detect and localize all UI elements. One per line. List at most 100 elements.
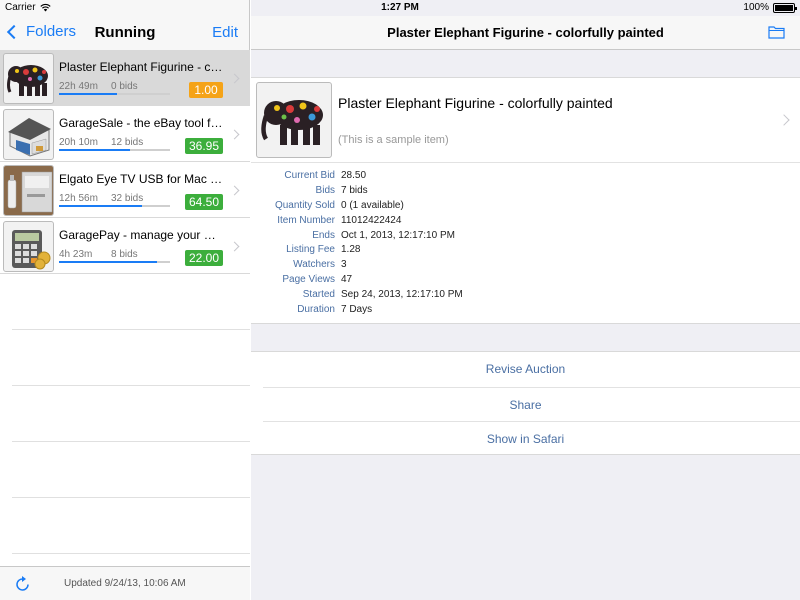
progress-fill <box>59 205 143 207</box>
field-row: Duration 7 Days <box>251 304 800 319</box>
chevron-right-icon <box>229 129 240 140</box>
battery-percent: 100% <box>743 2 769 13</box>
field-value: Oct 1, 2013, 12:17:10 PM <box>341 229 455 241</box>
edit-button[interactable]: Edit <box>212 24 238 41</box>
price-badge: 64.50 <box>184 194 223 210</box>
revise-auction-label: Revise Auction <box>485 362 566 376</box>
item-title-heading: Plaster Elephant Figurine - colorfully p… <box>338 95 613 111</box>
left-toolbar: Updated 9/24/13, 10:06 AM <box>0 566 250 600</box>
item-bid-count: 8 bids <box>111 249 138 260</box>
master-pane: Folders Running Edit Plaster Elephant Fi… <box>0 0 250 600</box>
list-item[interactable]: Elgato Eye TV USB for Mac OS X... 12h 56… <box>0 162 250 218</box>
field-label: Started <box>302 289 335 301</box>
list-item[interactable]: Plaster Elephant Figurine - co... 22h 49… <box>0 50 250 106</box>
list-item[interactable]: GaragePay - manage your PayPal... 4h 23m… <box>0 218 250 274</box>
field-value: 28.50 <box>341 170 367 181</box>
field-row: Current Bid 28.50 <box>251 170 800 185</box>
field-label: Current Bid <box>284 170 335 181</box>
item-title: Elgato Eye TV USB for Mac OS X... <box>59 172 223 186</box>
item-time-left: 4h 23m <box>59 249 93 260</box>
chevron-right-icon <box>229 73 240 84</box>
field-value: 47 <box>341 274 353 286</box>
time-progress-bar <box>59 149 170 151</box>
empty-row <box>12 330 250 386</box>
item-title: GarageSale - the eBay tool for Mac... <box>59 116 223 130</box>
field-value: 3 <box>341 259 347 271</box>
empty-row <box>12 274 250 330</box>
left-navigation-bar: Folders Running Edit <box>0 16 250 50</box>
field-value: 1.28 <box>341 244 361 256</box>
field-label: Page Views <box>282 274 335 286</box>
revise-auction-button[interactable]: Revise Auction <box>251 352 800 387</box>
item-detail-card: Plaster Elephant Figurine - colorfully p… <box>251 77 800 324</box>
price-badge: 22.00 <box>184 250 223 266</box>
detail-nav-title: Plaster Elephant Figurine - colorfully p… <box>387 25 664 40</box>
empty-row <box>12 386 250 442</box>
field-row: Quantity Sold 0 (1 available) <box>251 200 800 215</box>
progress-fill <box>59 93 117 95</box>
field-value: 11012422424 <box>341 214 402 226</box>
field-label: Ends <box>312 229 335 241</box>
item-bid-count: 32 bids <box>111 193 144 204</box>
detail-pane: Plaster Elephant Figurine - colorfully p… <box>251 0 800 600</box>
field-value: 0 (1 available) <box>341 199 404 211</box>
detail-navigation-bar: Plaster Elephant Figurine - colorfully p… <box>251 16 800 50</box>
time-progress-bar <box>59 93 170 95</box>
item-fields: Current Bid 28.50 Bids 7 bids Quantity Sol… <box>251 170 800 319</box>
field-row: Bids 7 bids <box>251 185 800 200</box>
time-progress-bar <box>59 205 170 207</box>
item-subtitle: (This is a sample item) <box>338 134 449 146</box>
status-right: 100% <box>743 2 797 13</box>
status-bar: Carrier 1:27 PM 100% <box>0 0 800 16</box>
item-title: GaragePay - manage your PayPal... <box>59 228 223 242</box>
chevron-right-icon <box>778 114 790 126</box>
progress-fill <box>59 149 131 151</box>
battery-icon <box>773 2 797 13</box>
action-group: Revise Auction Share Show in Safari <box>251 351 800 455</box>
field-value: 7 bids <box>341 184 368 196</box>
field-label: Bids <box>315 184 335 196</box>
field-row: Item Number 11012422424 <box>251 215 800 230</box>
field-value: Sep 24, 2013, 12:17:10 PM <box>341 289 463 301</box>
item-title: Plaster Elephant Figurine - co... <box>59 60 223 74</box>
show-in-safari-label: Show in Safari <box>486 432 565 446</box>
share-button[interactable]: Share <box>263 386 800 422</box>
progress-fill <box>59 261 157 263</box>
time-progress-bar <box>59 261 170 263</box>
empty-row <box>12 498 250 554</box>
price-badge: 1.00 <box>189 82 223 98</box>
field-label: Listing Fee <box>286 244 335 256</box>
auction-list: Plaster Elephant Figurine - co... 22h 49… <box>0 50 250 566</box>
elephant-image <box>256 82 332 158</box>
status-time: 1:27 PM <box>381 2 419 13</box>
garagepay-app-thumbnail <box>3 221 54 272</box>
list-item[interactable]: GarageSale - the eBay tool for Mac... 20… <box>0 106 250 162</box>
item-time-left: 22h 49m <box>59 81 98 92</box>
field-label: Quantity Sold <box>274 199 335 211</box>
field-value: 7 Days <box>341 304 373 316</box>
chevron-right-icon <box>229 241 240 252</box>
item-time-left: 12h 56m <box>59 193 98 204</box>
eyetv-product-thumbnail <box>3 165 54 216</box>
last-updated-text: Updated 9/24/13, 10:06 AM <box>64 578 186 589</box>
field-row: Listing Fee 1.28 <box>251 244 800 259</box>
field-label: Duration <box>297 304 335 316</box>
chevron-right-icon <box>229 185 240 196</box>
price-badge: 36.95 <box>184 138 223 154</box>
item-time-left: 20h 10m <box>59 137 98 148</box>
item-header-row[interactable]: Plaster Elephant Figurine - colorfully p… <box>251 78 800 163</box>
folder-icon[interactable] <box>768 25 785 39</box>
field-row: Ends Oct 1, 2013, 12:17:10 PM <box>251 230 800 245</box>
field-row: Page Views 47 <box>251 274 800 289</box>
field-row: Watchers 3 <box>251 259 800 274</box>
garagesale-app-thumbnail <box>3 109 54 160</box>
item-bid-count: 0 bids <box>111 81 138 92</box>
field-label: Item Number <box>277 214 335 226</box>
share-label: Share <box>509 397 542 412</box>
refresh-icon[interactable] <box>14 575 32 593</box>
elephant-thumbnail <box>3 53 54 104</box>
field-label: Watchers <box>293 259 335 271</box>
show-in-safari-button[interactable]: Show in Safari <box>263 421 800 456</box>
item-bid-count: 12 bids <box>111 137 144 148</box>
field-row: Started Sep 24, 2013, 12:17:10 PM <box>251 289 800 304</box>
